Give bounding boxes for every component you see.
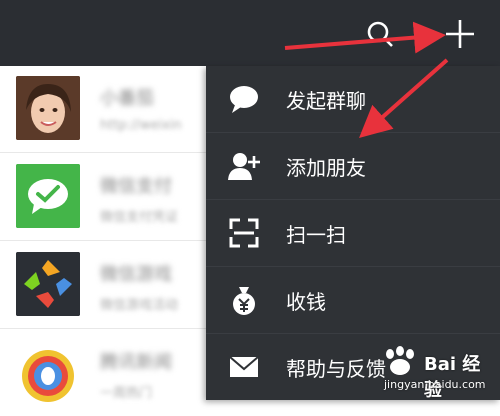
chat-bubble-icon <box>230 86 258 113</box>
search-icon[interactable] <box>366 20 394 48</box>
menu-item-label: 收钱 <box>286 290 326 314</box>
chat-name: 微信支付 <box>100 176 172 197</box>
menu-item-label: 帮助与反馈 <box>286 357 386 381</box>
chat-name: 小番茄 <box>100 88 154 109</box>
menu-item-group-chat[interactable]: 发起群聊 <box>206 66 500 133</box>
chat-name: 微信游戏 <box>100 264 172 285</box>
chat-preview: http://weixin <box>100 118 182 133</box>
chat-preview: 微信支付凭证 <box>100 210 179 225</box>
mail-icon <box>229 356 259 377</box>
menu-item-label: 扫一扫 <box>286 223 346 247</box>
add-friend-icon <box>228 153 260 180</box>
menu-item-scan[interactable]: 扫一扫 <box>206 200 500 267</box>
chat-preview: 一周热门 <box>100 386 153 401</box>
chat-preview: 微信游戏活动 <box>100 298 179 313</box>
scan-icon <box>229 218 259 248</box>
menu-item-add-friend[interactable]: 添加朋友 <box>206 133 500 200</box>
top-bar <box>0 0 500 66</box>
menu-item-receive-money[interactable]: 收钱 <box>206 267 500 334</box>
watermark: Bai 经验 jingyan.baidu.com <box>380 346 494 401</box>
wechat-game-avatar <box>16 252 80 316</box>
menu-item-label: 添加朋友 <box>286 156 366 180</box>
plus-icon[interactable] <box>444 18 476 50</box>
tencent-news-avatar <box>16 340 80 404</box>
menu-item-label: 发起群聊 <box>286 89 366 113</box>
paw-logo-icon <box>386 346 414 375</box>
chat-name: 腾讯新闻 <box>100 352 172 373</box>
watermark-text: Bai 经验 <box>424 354 481 401</box>
money-bag-icon <box>233 287 255 315</box>
watermark-url: jingyan.baidu.com <box>384 378 486 391</box>
photo-avatar <box>16 76 80 140</box>
wechat-pay-avatar <box>16 164 80 228</box>
